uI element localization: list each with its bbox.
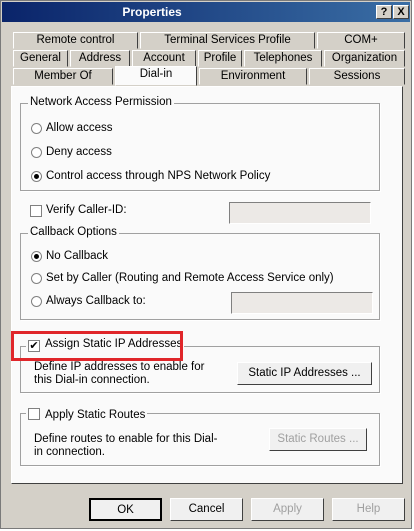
static-ip-button[interactable]: Static IP Addresses ... xyxy=(237,362,372,385)
static-routes-description: Define routes to enable for this Dial-in… xyxy=(34,433,218,458)
callback-legend: Callback Options xyxy=(28,226,119,238)
no-callback-label[interactable]: No Callback xyxy=(46,250,108,262)
tab-general[interactable]: General xyxy=(13,50,68,67)
window-title: Properties xyxy=(122,5,182,19)
help-icon[interactable]: ? xyxy=(376,5,392,19)
tab-com-plus[interactable]: COM+ xyxy=(317,32,405,49)
static-routes-button[interactable]: Static Routes ... xyxy=(269,428,367,451)
tab-sessions[interactable]: Sessions xyxy=(309,68,405,85)
set-by-caller-label[interactable]: Set by Caller (Routing and Remote Access… xyxy=(46,272,334,284)
verify-caller-checkbox[interactable] xyxy=(30,205,42,217)
static-routes-checkbox[interactable] xyxy=(28,408,40,420)
set-by-caller-radio[interactable] xyxy=(31,273,42,284)
tab-dial-in[interactable]: Dial-in xyxy=(115,66,197,86)
title-bar[interactable]: Properties ? X xyxy=(2,2,410,22)
static-routes-legend: Apply Static Routes xyxy=(26,406,148,421)
tab-member-of[interactable]: Member Of xyxy=(13,68,113,85)
tab-organization[interactable]: Organization xyxy=(324,50,405,67)
verify-caller-label[interactable]: Verify Caller-ID: xyxy=(46,204,127,216)
tab-account[interactable]: Account xyxy=(132,50,196,67)
verify-caller-field[interactable] xyxy=(229,202,371,224)
help-button[interactable]: Help xyxy=(332,498,405,521)
static-routes-label[interactable]: Apply Static Routes xyxy=(45,409,145,421)
always-callback-radio[interactable] xyxy=(31,296,42,307)
nps-policy-label[interactable]: Control access through NPS Network Polic… xyxy=(46,170,270,182)
deny-access-label[interactable]: Deny access xyxy=(46,146,112,158)
nps-policy-radio[interactable] xyxy=(31,171,42,182)
properties-dialog: Properties ? X Remote control Terminal S… xyxy=(0,0,412,529)
deny-access-radio[interactable] xyxy=(31,147,42,158)
always-callback-field[interactable] xyxy=(231,292,373,314)
allow-access-radio[interactable] xyxy=(31,123,42,134)
close-icon[interactable]: X xyxy=(393,5,409,19)
allow-access-label[interactable]: Allow access xyxy=(46,122,112,134)
tab-environment[interactable]: Environment xyxy=(199,68,307,85)
static-ip-description: Define IP addresses to enable for this D… xyxy=(34,361,205,386)
tab-telephones[interactable]: Telephones xyxy=(244,50,322,67)
tab-profile[interactable]: Profile xyxy=(198,50,242,67)
ok-button[interactable]: OK xyxy=(89,498,162,521)
tab-remote-control[interactable]: Remote control xyxy=(13,32,138,49)
apply-button[interactable]: Apply xyxy=(251,498,324,521)
always-callback-label[interactable]: Always Callback to: xyxy=(46,295,146,307)
tab-terminal-services-profile[interactable]: Terminal Services Profile xyxy=(140,32,315,49)
highlight-box xyxy=(11,331,183,361)
tab-address[interactable]: Address xyxy=(70,50,130,67)
no-callback-radio[interactable] xyxy=(31,251,42,262)
network-access-legend: Network Access Permission xyxy=(28,96,174,108)
cancel-button[interactable]: Cancel xyxy=(170,498,243,521)
